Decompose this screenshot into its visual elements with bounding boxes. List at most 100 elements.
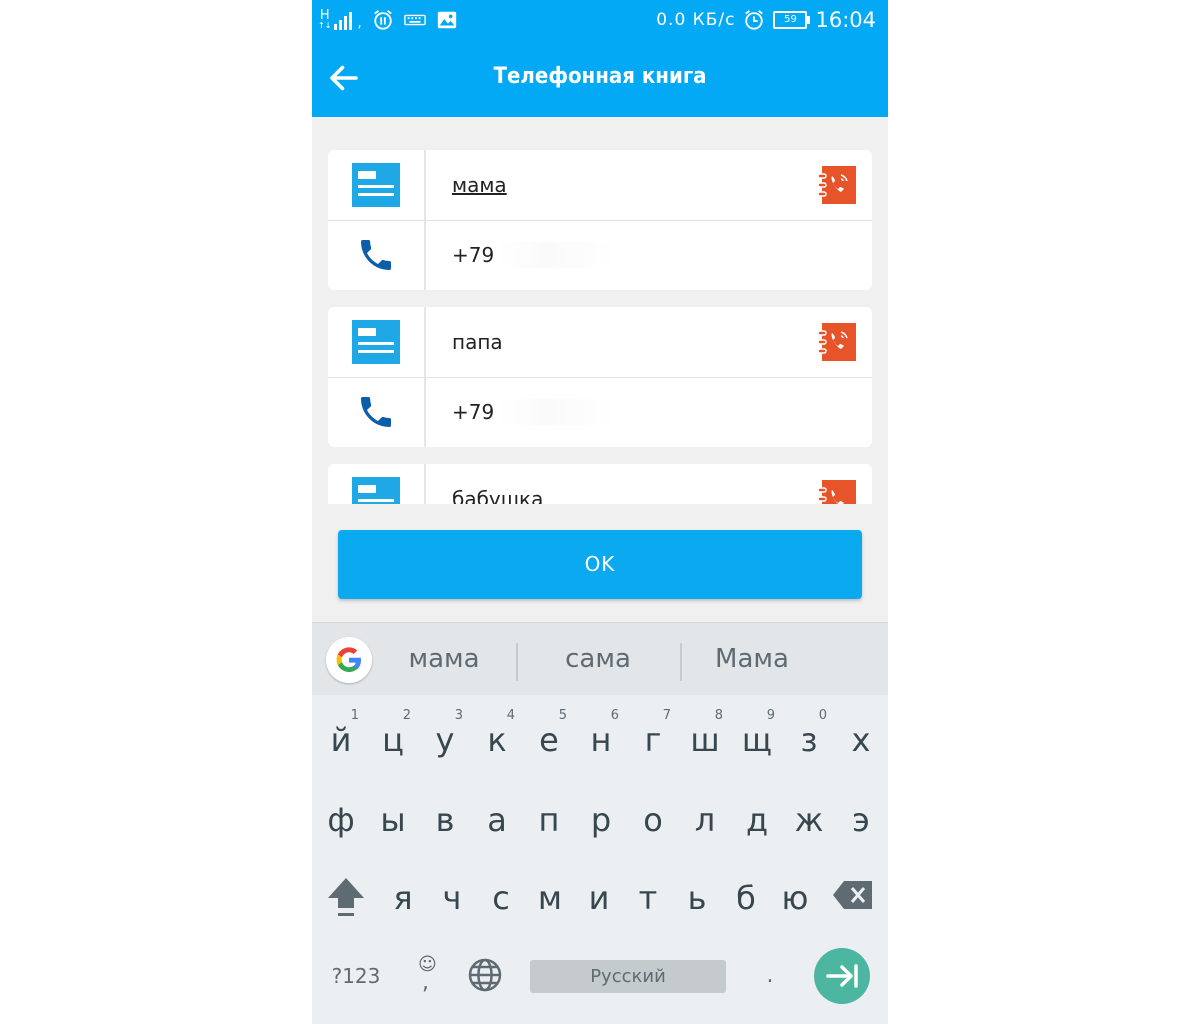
- suggestion-3[interactable]: Мама: [702, 639, 802, 679]
- redacted-number: [498, 242, 618, 268]
- contact-card-icon: [352, 163, 400, 207]
- suggestion-1[interactable]: мама: [394, 639, 494, 679]
- key-label: к: [487, 721, 507, 759]
- key-щ[interactable]: щ9: [733, 700, 781, 770]
- key-label: з: [800, 721, 818, 759]
- redacted-number: [498, 399, 618, 425]
- key-л[interactable]: л: [681, 780, 729, 850]
- key-р[interactable]: р: [577, 780, 625, 850]
- contact-card: бабушка: [328, 464, 872, 504]
- key-т[interactable]: т: [624, 858, 672, 928]
- key-б[interactable]: б: [722, 858, 770, 928]
- key-х[interactable]: х: [837, 700, 885, 770]
- key-ж[interactable]: ж: [785, 780, 833, 850]
- key-hint: 3: [454, 708, 463, 723]
- key-п[interactable]: п: [525, 780, 573, 850]
- key-label: ш: [690, 721, 720, 759]
- space-key[interactable]: Русский: [530, 960, 726, 993]
- contact-name-row: папа: [328, 307, 872, 378]
- phonebook-icon[interactable]: [818, 166, 856, 204]
- key-label: э: [852, 801, 870, 839]
- key-label: ю: [781, 879, 809, 917]
- key-о[interactable]: о: [629, 780, 677, 850]
- data-arrows-icon: ↑↓: [318, 21, 332, 30]
- phonebook-icon[interactable]: [818, 480, 856, 504]
- soft-keyboard: мама сама Мама й1ц2у3к4е5н6г7ш8щ9з0х фыв…: [312, 622, 888, 1024]
- key-label: н: [590, 721, 612, 759]
- key-э[interactable]: э: [837, 780, 885, 850]
- key-label: м: [537, 879, 563, 917]
- key-а[interactable]: а: [473, 780, 521, 850]
- key-ц[interactable]: ц2: [369, 700, 417, 770]
- key-у[interactable]: у3: [421, 700, 469, 770]
- suggestion-divider: [680, 643, 682, 681]
- phone-icon-cell: [328, 377, 424, 447]
- contact-name-field[interactable]: папа: [452, 325, 782, 359]
- ok-button[interactable]: OK: [338, 530, 862, 599]
- google-icon[interactable]: [326, 637, 372, 683]
- key-и[interactable]: и: [575, 858, 623, 928]
- battery-icon: 59: [773, 11, 811, 29]
- key-е[interactable]: е5: [525, 700, 573, 770]
- key-label: л: [694, 801, 716, 839]
- key-в[interactable]: в: [421, 780, 469, 850]
- key-hint: 7: [662, 708, 671, 723]
- backspace-key-icon[interactable]: [832, 880, 874, 910]
- contact-list[interactable]: мама +79 папа +79 бабушка: [328, 150, 872, 504]
- contact-name-field[interactable]: бабушка: [452, 482, 782, 504]
- key-label: д: [745, 801, 769, 839]
- period-key[interactable]: .: [758, 958, 782, 994]
- key-label: т: [638, 879, 658, 917]
- key-ш[interactable]: ш8: [681, 700, 729, 770]
- status-bar: H ↑↓ , 0.0 КБ/с 59 16:04: [312, 0, 888, 40]
- key-ь[interactable]: ь: [673, 858, 721, 928]
- key-hint: 4: [506, 708, 515, 723]
- emoji-key[interactable]: ☺ ,: [410, 952, 446, 996]
- key-hint: 2: [402, 708, 411, 723]
- key-н[interactable]: н6: [577, 700, 625, 770]
- suggestion-divider: [516, 643, 518, 681]
- key-д[interactable]: д: [733, 780, 781, 850]
- key-label: у: [435, 721, 455, 759]
- key-й[interactable]: й1: [317, 700, 365, 770]
- phone-screen: H ↑↓ , 0.0 КБ/с 59 16:04 Телефонная книг…: [312, 0, 888, 1024]
- signal-icon: [334, 12, 353, 30]
- status-time: 16:04: [815, 8, 876, 32]
- key-м[interactable]: м: [526, 858, 574, 928]
- key-я[interactable]: я: [379, 858, 427, 928]
- key-hint: 8: [714, 708, 723, 723]
- contact-name-row: бабушка: [328, 464, 872, 504]
- key-label: я: [393, 879, 413, 917]
- suggestion-2[interactable]: сама: [548, 639, 648, 679]
- key-ю[interactable]: ю: [771, 858, 819, 928]
- name-icon-cell: [328, 464, 424, 504]
- contact-card-icon: [352, 320, 400, 364]
- key-ф[interactable]: ф: [317, 780, 365, 850]
- signal-comma: ,: [357, 15, 362, 31]
- key-ы[interactable]: ы: [369, 780, 417, 850]
- phone-icon: [361, 397, 391, 427]
- name-icon-cell: [328, 150, 424, 220]
- contact-name-field[interactable]: мама: [452, 168, 782, 202]
- key-г[interactable]: г7: [629, 700, 677, 770]
- keyboard-icon: [404, 14, 426, 26]
- key-label: а: [487, 801, 507, 839]
- contact-card: папа +79: [328, 307, 872, 447]
- key-label: й: [330, 721, 352, 759]
- key-к[interactable]: к4: [473, 700, 521, 770]
- shift-key-icon[interactable]: [326, 874, 366, 918]
- symbols-key[interactable]: ?123: [328, 958, 384, 994]
- key-з[interactable]: з0: [785, 700, 833, 770]
- key-с[interactable]: с: [477, 858, 525, 928]
- contact-card-icon: [352, 477, 400, 504]
- page-title: Телефонная книга: [493, 64, 707, 89]
- phonebook-icon[interactable]: [818, 323, 856, 361]
- key-label: с: [492, 879, 510, 917]
- key-label: ф: [327, 801, 355, 839]
- key-label: о: [643, 801, 663, 839]
- key-ч[interactable]: ч: [428, 858, 476, 928]
- next-field-icon: [826, 964, 858, 988]
- enter-key[interactable]: [814, 948, 870, 1004]
- contact-phone-row: +79: [328, 377, 872, 447]
- globe-icon[interactable]: [468, 958, 502, 992]
